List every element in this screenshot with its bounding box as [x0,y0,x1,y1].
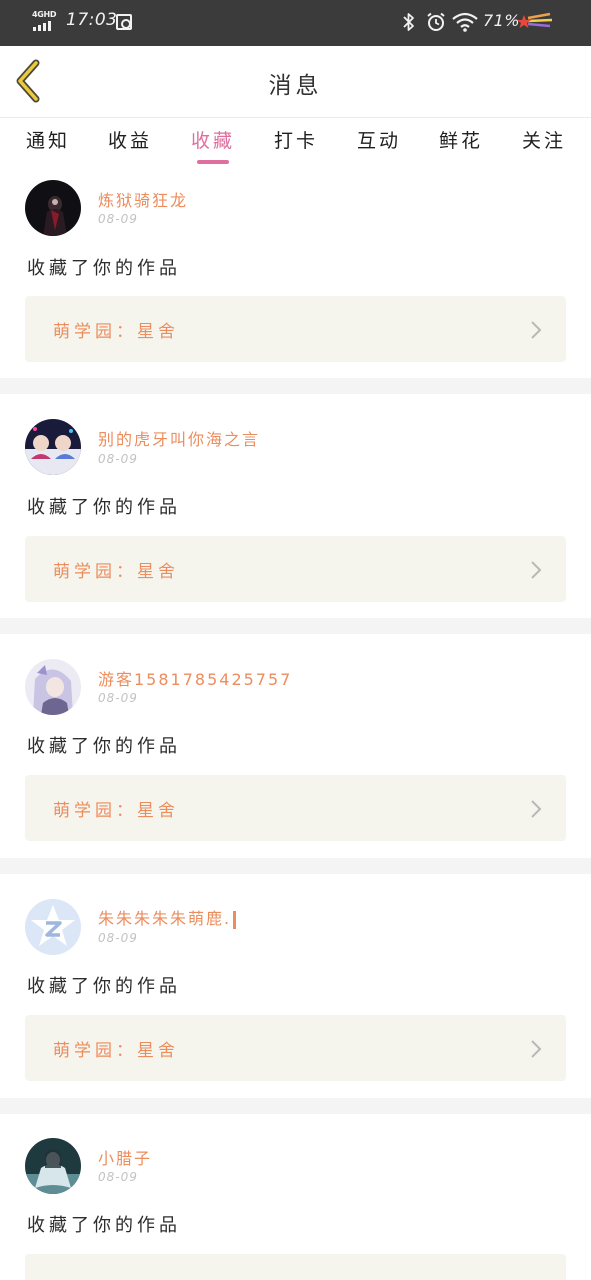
tab-earnings[interactable]: 收益 [108,126,152,153]
work-link[interactable]: 萌学园：星舍 [25,296,566,362]
username[interactable]: 小腊子 [98,1145,152,1169]
battery-level: 71% [483,11,521,30]
divider [0,378,591,394]
username[interactable]: 游客1581785425757 [98,666,292,690]
message-card: 别的虎牙叫你海之言 08-09 收藏了你的作品 萌学园：星舍 [0,394,591,618]
avatar[interactable] [25,180,81,236]
bluetooth-icon [403,13,414,31]
tab-checkin[interactable]: 打卡 [274,126,318,153]
tab-follows[interactable]: 关注 [522,126,566,153]
action-text: 收藏了你的作品 [27,497,181,518]
work-title: 萌学园：星舍 [53,801,179,821]
chevron-right-icon [531,1040,542,1058]
work-link[interactable]: 萌学园：星舍 [25,775,566,841]
work-link[interactable] [25,1254,566,1280]
tab-notifications[interactable]: 通知 [26,126,70,153]
chevron-right-icon [531,561,542,579]
avatar[interactable] [25,1138,81,1194]
page-title: 消息 [268,73,323,99]
username[interactable]: 朱朱朱朱朱萌鹿. [98,905,237,929]
divider [0,1098,591,1114]
chevron-right-icon [531,800,542,818]
chevron-right-icon [531,321,542,339]
message-card: 游客1581785425757 08-09 收藏了你的作品 萌学园：星舍 [0,634,591,858]
avatar[interactable] [25,419,81,475]
message-card: 朱朱朱朱朱萌鹿. 08-09 收藏了你的作品 萌学园：星舍 [0,874,591,1098]
message-date: 08-09 [98,1170,138,1184]
divider [0,618,591,634]
work-title: 萌学园：星舍 [53,562,179,582]
tab-bar: 通知 收益 收藏 打卡 互动 鲜花 关注 [0,118,591,168]
username-text: 朱朱朱朱朱萌鹿. [98,909,232,928]
message-card: 小腊子 08-09 收藏了你的作品 [0,1114,591,1280]
tab-favorites[interactable]: 收藏 [191,126,235,153]
work-link[interactable]: 萌学园：星舍 [25,1015,566,1081]
wifi-icon [452,12,478,32]
message-date: 08-09 [98,212,138,226]
avatar[interactable] [25,659,81,715]
active-tab-indicator [197,160,229,164]
status-time: 17:03 [66,10,118,30]
message-card: 炼狱骑狂龙 08-09 收藏了你的作品 萌学园：星舍 [0,168,591,378]
header: 消息 [0,46,591,118]
status-bar: 4GHD 17:03 71% [0,0,591,46]
signal-icon: 4GHD [32,10,58,32]
action-text: 收藏了你的作品 [27,736,181,757]
nfc-icon [116,14,132,30]
work-title: 萌学园：星舍 [53,1041,179,1061]
tab-flowers[interactable]: 鲜花 [439,126,483,153]
action-text: 收藏了你的作品 [27,1215,181,1236]
tab-interactions[interactable]: 互动 [357,126,401,153]
action-text: 收藏了你的作品 [27,976,181,997]
action-text: 收藏了你的作品 [27,258,181,279]
shooting-star-icon [517,12,553,28]
divider [0,858,591,874]
message-date: 08-09 [98,931,138,945]
username[interactable]: 别的虎牙叫你海之言 [98,426,260,450]
network-type: 4GHD [32,10,57,19]
message-date: 08-09 [98,452,138,466]
text-cursor [233,910,237,929]
work-title: 萌学园：星舍 [53,322,179,342]
work-link[interactable]: 萌学园：星舍 [25,536,566,602]
message-date: 08-09 [98,691,138,705]
alarm-icon [427,12,445,31]
username[interactable]: 炼狱骑狂龙 [98,187,188,211]
avatar[interactable] [25,899,81,955]
